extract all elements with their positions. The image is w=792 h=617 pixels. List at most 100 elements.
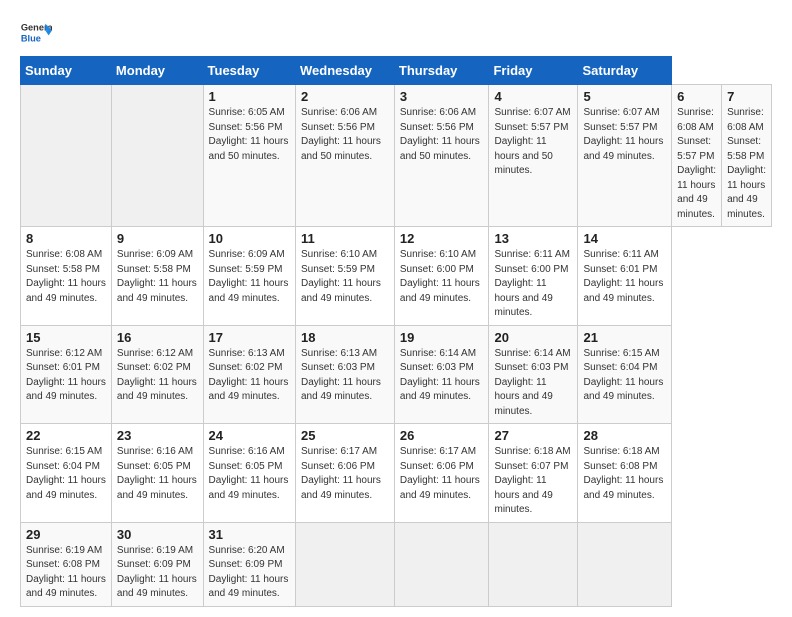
weekday-header-cell: Friday xyxy=(489,57,578,85)
day-number: 6 xyxy=(677,89,716,104)
calendar-day-cell: 12 Sunrise: 6:10 AMSunset: 6:00 PMDayligh… xyxy=(394,227,489,326)
calendar-week-row: 1 Sunrise: 6:05 AMSunset: 5:56 PMDaylight… xyxy=(21,85,772,227)
day-number: 15 xyxy=(26,330,106,345)
day-info: Sunrise: 6:18 AMSunset: 6:08 PMDaylight:… xyxy=(583,445,666,503)
day-number: 30 xyxy=(117,527,198,542)
day-number: 25 xyxy=(301,428,389,443)
weekday-header-cell: Tuesday xyxy=(203,57,295,85)
calendar-day-cell: 6 Sunrise: 6:08 AMSunset: 5:57 PMDaylight… xyxy=(672,85,722,227)
day-number: 10 xyxy=(209,231,290,246)
day-info: Sunrise: 6:13 AMSunset: 6:02 PMDaylight:… xyxy=(209,347,290,405)
day-info: Sunrise: 6:08 AMSunset: 5:57 PMDaylight:… xyxy=(677,106,716,222)
day-info: Sunrise: 6:17 AMSunset: 6:06 PMDaylight:… xyxy=(301,445,389,503)
logo-icon: General Blue xyxy=(20,18,52,46)
day-number: 18 xyxy=(301,330,389,345)
calendar-day-cell: 11 Sunrise: 6:10 AMSunset: 5:59 PMDayligh… xyxy=(295,227,394,326)
day-info: Sunrise: 6:06 AMSunset: 5:56 PMDaylight:… xyxy=(301,106,389,164)
day-info: Sunrise: 6:20 AMSunset: 6:09 PMDaylight:… xyxy=(209,544,290,602)
calendar-day-cell: 16 Sunrise: 6:12 AMSunset: 6:02 PMDayligh… xyxy=(111,325,203,424)
day-info: Sunrise: 6:13 AMSunset: 6:03 PMDaylight:… xyxy=(301,347,389,405)
day-number: 4 xyxy=(494,89,572,104)
day-info: Sunrise: 6:09 AMSunset: 5:58 PMDaylight:… xyxy=(117,248,198,306)
day-info: Sunrise: 6:15 AMSunset: 6:04 PMDaylight:… xyxy=(583,347,666,405)
calendar-week-row: 22 Sunrise: 6:15 AMSunset: 6:04 PMDayligh… xyxy=(21,424,772,523)
day-number: 1 xyxy=(209,89,290,104)
calendar-day-cell: 31Sunrise: 6:20 AMSunset: 6:09 PMDayligh… xyxy=(203,522,295,606)
calendar-day-cell: 25 Sunrise: 6:17 AMSunset: 6:06 PMDayligh… xyxy=(295,424,394,523)
calendar-day-cell: 7Sunrise: 6:08 AMSunset: 5:58 PMDaylight… xyxy=(722,85,772,227)
weekday-header-cell: Wednesday xyxy=(295,57,394,85)
weekday-header-row: SundayMondayTuesdayWednesdayThursdayFrid… xyxy=(21,57,772,85)
day-number: 17 xyxy=(209,330,290,345)
day-info: Sunrise: 6:17 AMSunset: 6:06 PMDaylight:… xyxy=(400,445,484,503)
day-number: 27 xyxy=(494,428,572,443)
calendar-day-cell xyxy=(394,522,489,606)
day-info: Sunrise: 6:12 AMSunset: 6:02 PMDaylight:… xyxy=(117,347,198,405)
calendar-day-cell: 27Sunrise: 6:18 AMSunset: 6:07 PMDayligh… xyxy=(489,424,578,523)
day-number: 26 xyxy=(400,428,484,443)
weekday-header-cell: Sunday xyxy=(21,57,112,85)
day-info: Sunrise: 6:16 AMSunset: 6:05 PMDaylight:… xyxy=(117,445,198,503)
day-number: 21 xyxy=(583,330,666,345)
calendar-day-cell: 23Sunrise: 6:16 AMSunset: 6:05 PMDayligh… xyxy=(111,424,203,523)
day-info: Sunrise: 6:09 AMSunset: 5:59 PMDaylight:… xyxy=(209,248,290,306)
day-number: 14 xyxy=(583,231,666,246)
calendar-day-cell: 4 Sunrise: 6:07 AMSunset: 5:57 PMDaylight… xyxy=(489,85,578,227)
svg-text:Blue: Blue xyxy=(21,33,41,43)
calendar-day-cell: 29Sunrise: 6:19 AMSunset: 6:08 PMDayligh… xyxy=(21,522,112,606)
calendar-day-cell xyxy=(489,522,578,606)
calendar-week-row: 15 Sunrise: 6:12 AMSunset: 6:01 PMDayligh… xyxy=(21,325,772,424)
day-number: 16 xyxy=(117,330,198,345)
day-number: 5 xyxy=(583,89,666,104)
day-number: 2 xyxy=(301,89,389,104)
day-info: Sunrise: 6:11 AMSunset: 6:00 PMDaylight:… xyxy=(494,248,572,321)
day-info: Sunrise: 6:12 AMSunset: 6:01 PMDaylight:… xyxy=(26,347,106,405)
day-number: 22 xyxy=(26,428,106,443)
day-number: 7 xyxy=(727,89,766,104)
calendar-day-cell: 2 Sunrise: 6:06 AMSunset: 5:56 PMDaylight… xyxy=(295,85,394,227)
calendar-day-cell: 28Sunrise: 6:18 AMSunset: 6:08 PMDayligh… xyxy=(578,424,672,523)
day-info: Sunrise: 6:16 AMSunset: 6:05 PMDaylight:… xyxy=(209,445,290,503)
calendar-day-cell xyxy=(578,522,672,606)
day-info: Sunrise: 6:10 AMSunset: 5:59 PMDaylight:… xyxy=(301,248,389,306)
calendar-week-row: 29Sunrise: 6:19 AMSunset: 6:08 PMDayligh… xyxy=(21,522,772,606)
day-info: Sunrise: 6:06 AMSunset: 5:56 PMDaylight:… xyxy=(400,106,484,164)
day-number: 3 xyxy=(400,89,484,104)
day-info: Sunrise: 6:14 AMSunset: 6:03 PMDaylight:… xyxy=(400,347,484,405)
header: General Blue xyxy=(20,18,772,46)
calendar-day-cell: 10 Sunrise: 6:09 AMSunset: 5:59 PMDayligh… xyxy=(203,227,295,326)
day-number: 9 xyxy=(117,231,198,246)
calendar-day-cell: 13 Sunrise: 6:11 AMSunset: 6:00 PMDayligh… xyxy=(489,227,578,326)
calendar-day-cell: 5 Sunrise: 6:07 AMSunset: 5:57 PMDaylight… xyxy=(578,85,672,227)
calendar-day-cell: 14Sunrise: 6:11 AMSunset: 6:01 PMDayligh… xyxy=(578,227,672,326)
day-number: 11 xyxy=(301,231,389,246)
calendar-day-cell: 15 Sunrise: 6:12 AMSunset: 6:01 PMDayligh… xyxy=(21,325,112,424)
weekday-header-cell: Monday xyxy=(111,57,203,85)
calendar-table: SundayMondayTuesdayWednesdayThursdayFrid… xyxy=(20,56,772,607)
day-info: Sunrise: 6:07 AMSunset: 5:57 PMDaylight:… xyxy=(583,106,666,164)
calendar-day-cell: 20Sunrise: 6:14 AMSunset: 6:03 PMDayligh… xyxy=(489,325,578,424)
logo: General Blue xyxy=(20,18,52,46)
calendar-day-cell: 18 Sunrise: 6:13 AMSunset: 6:03 PMDayligh… xyxy=(295,325,394,424)
calendar-day-cell xyxy=(111,85,203,227)
page: General Blue SundayMondayTuesdayWednesda… xyxy=(0,0,792,617)
day-info: Sunrise: 6:19 AMSunset: 6:08 PMDaylight:… xyxy=(26,544,106,602)
day-info: Sunrise: 6:07 AMSunset: 5:57 PMDaylight:… xyxy=(494,106,572,179)
day-info: Sunrise: 6:19 AMSunset: 6:09 PMDaylight:… xyxy=(117,544,198,602)
day-info: Sunrise: 6:10 AMSunset: 6:00 PMDaylight:… xyxy=(400,248,484,306)
calendar-day-cell: 30 Sunrise: 6:19 AMSunset: 6:09 PMDayligh… xyxy=(111,522,203,606)
calendar-day-cell: 8Sunrise: 6:08 AMSunset: 5:58 PMDaylight… xyxy=(21,227,112,326)
calendar-day-cell: 21 Sunrise: 6:15 AMSunset: 6:04 PMDayligh… xyxy=(578,325,672,424)
day-number: 8 xyxy=(26,231,106,246)
day-number: 24 xyxy=(209,428,290,443)
calendar-day-cell: 1 Sunrise: 6:05 AMSunset: 5:56 PMDaylight… xyxy=(203,85,295,227)
calendar-day-cell: 26 Sunrise: 6:17 AMSunset: 6:06 PMDayligh… xyxy=(394,424,489,523)
weekday-header-cell: Thursday xyxy=(394,57,489,85)
day-number: 12 xyxy=(400,231,484,246)
day-info: Sunrise: 6:15 AMSunset: 6:04 PMDaylight:… xyxy=(26,445,106,503)
calendar-day-cell: 9 Sunrise: 6:09 AMSunset: 5:58 PMDaylight… xyxy=(111,227,203,326)
day-info: Sunrise: 6:05 AMSunset: 5:56 PMDaylight:… xyxy=(209,106,290,164)
day-number: 20 xyxy=(494,330,572,345)
calendar-day-cell: 17 Sunrise: 6:13 AMSunset: 6:02 PMDayligh… xyxy=(203,325,295,424)
day-number: 13 xyxy=(494,231,572,246)
